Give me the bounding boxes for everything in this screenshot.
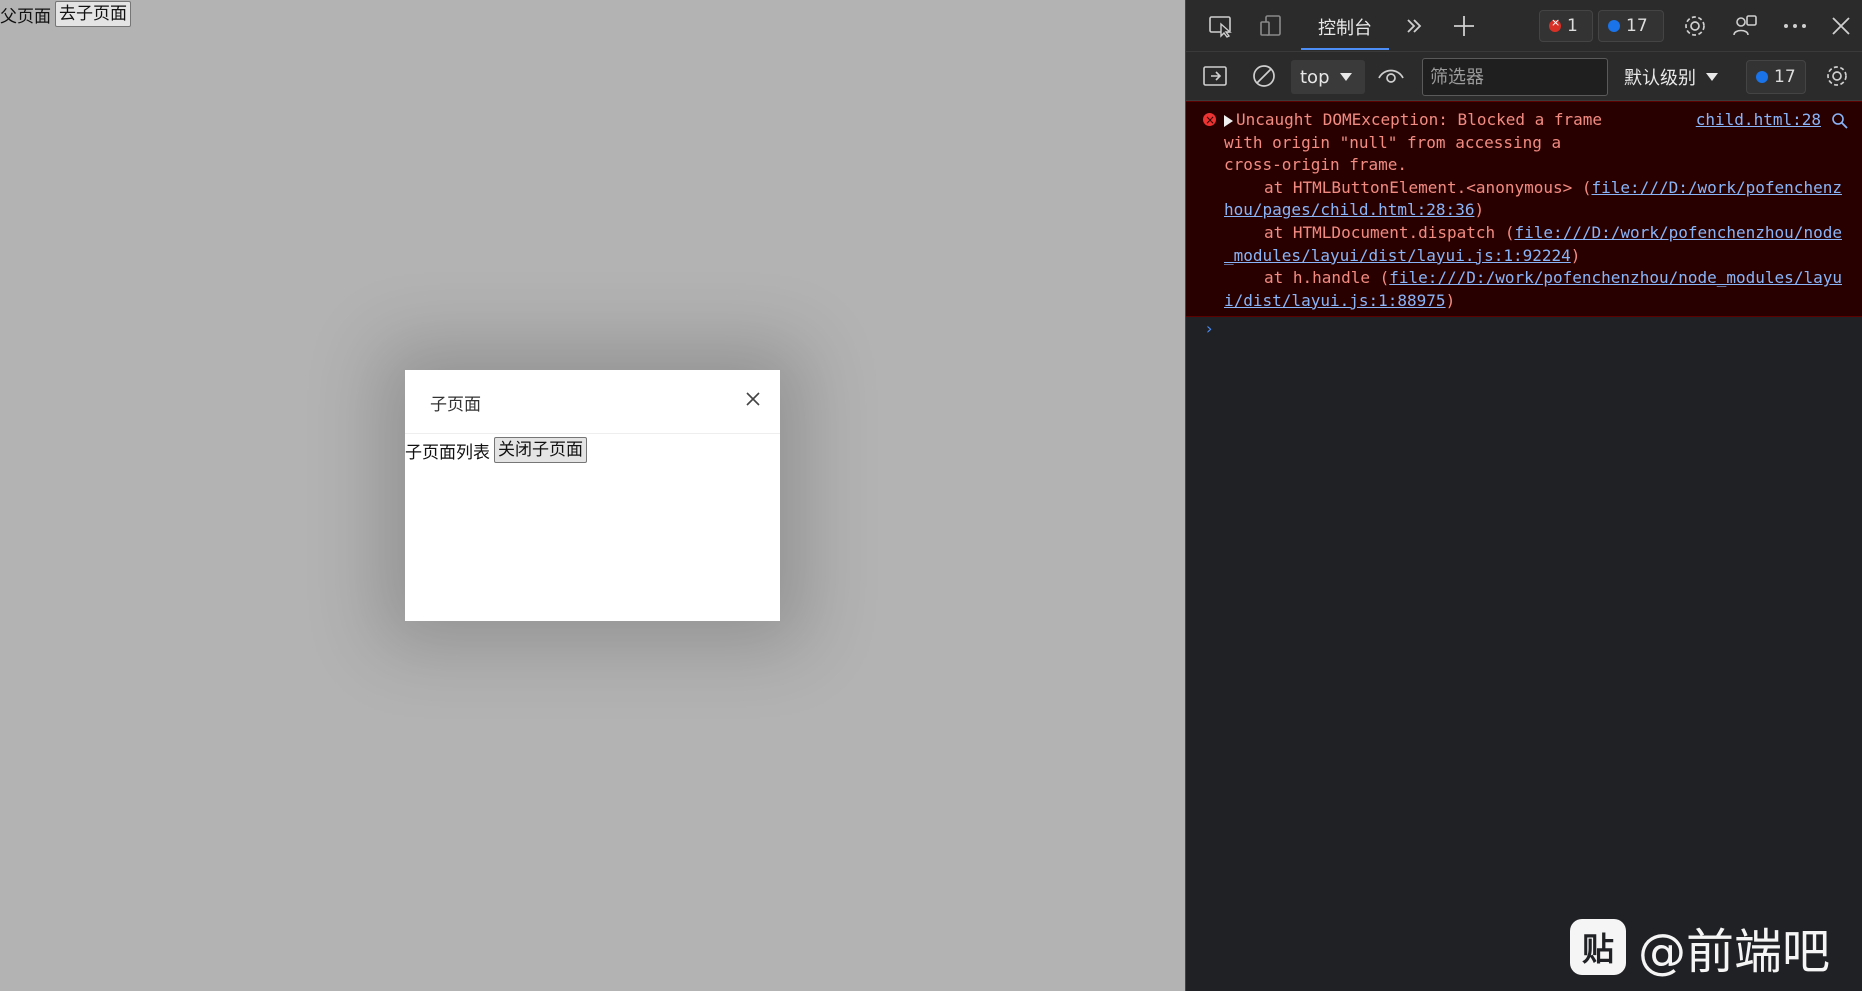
console-toolbar: top 默认级别 17 [1186, 52, 1862, 101]
watermark: 贴 @前端吧 [1570, 912, 1830, 982]
error-icon [1203, 109, 1216, 132]
log-levels-label: 默认级别 [1624, 68, 1696, 89]
more-options-icon[interactable] [1780, 11, 1810, 41]
close-child-button[interactable]: 关闭子页面 [494, 437, 587, 463]
stack-frame-text: at h.handle ( [1264, 268, 1390, 288]
popup-title: 子页面 [430, 395, 481, 415]
chevron-down-icon [1339, 73, 1352, 81]
error-count: 1 [1567, 16, 1578, 36]
parent-row: 父页面 去子页面 [0, 1, 131, 27]
issues-count: 17 [1774, 67, 1796, 87]
parent-page: 父页面 去子页面 子页面 子页面列表 关闭子页面 [0, 0, 1185, 991]
log-levels-dropdown[interactable]: 默认级别 [1624, 60, 1718, 94]
tab-console[interactable]: 控制台 [1301, 6, 1389, 50]
popup-body: 子页面列表 关闭子页面 [405, 434, 780, 463]
add-tab-icon[interactable] [1449, 11, 1479, 41]
context-label: top [1300, 66, 1330, 88]
error-text: Uncaught DOMException: Blocked a frame [1236, 110, 1603, 129]
stack-frame-text: ) [1474, 200, 1485, 220]
sidebar-toggle-icon[interactable] [1200, 61, 1230, 91]
watermark-text: @前端吧 [1638, 924, 1831, 980]
stack-frame-text: at HTMLButtonElement.<anonymous> ( [1264, 177, 1592, 197]
error-source-link[interactable]: child.html:28 [1696, 110, 1821, 129]
settings-gear-icon[interactable] [1680, 11, 1710, 41]
issues-badge[interactable]: 17 [1746, 60, 1806, 94]
chevron-down-icon [1706, 73, 1718, 81]
goto-child-button[interactable]: 去子页面 [55, 1, 131, 27]
error-count-badge[interactable]: 1 [1539, 10, 1593, 42]
console-output: Uncaught DOMException: Blocked a frame c… [1186, 101, 1862, 338]
filter-input[interactable] [1422, 58, 1608, 96]
stack-frame: at HTMLDocument.dispatch (file:///D:/wor… [1224, 222, 1849, 267]
error-message: Uncaught DOMException: Blocked a frame c… [1186, 101, 1862, 318]
close-devtools-icon[interactable] [1826, 11, 1856, 41]
devtools-top-toolbar: 控制台 1 17 [1186, 0, 1862, 52]
search-icon[interactable] [1831, 112, 1849, 130]
child-list-label: 子页面列表 [405, 442, 490, 463]
customize-icon[interactable] [1730, 11, 1760, 41]
stack-frame: at h.handle (file:///D:/work/pofenchenzh… [1224, 267, 1849, 312]
popup-title-bar: 子页面 [405, 370, 780, 434]
error-text: with origin "null" from accessing a [1224, 132, 1562, 152]
stack-frame-text: ) [1445, 290, 1456, 310]
clear-console-icon[interactable] [1249, 61, 1279, 91]
console-prompt[interactable]: › [1206, 319, 1212, 338]
close-icon[interactable] [744, 390, 762, 408]
live-expression-eye-icon[interactable] [1376, 61, 1406, 91]
error-icon [1549, 16, 1561, 32]
message-icon [1756, 71, 1768, 83]
message-icon [1608, 20, 1620, 32]
inspect-element-icon[interactable] [1206, 11, 1236, 41]
device-toolbar-icon[interactable] [1256, 11, 1286, 41]
issue-count-badge[interactable]: 17 [1598, 10, 1664, 42]
parent-page-label: 父页面 [0, 6, 51, 27]
watermark-logo: 贴 [1570, 919, 1626, 975]
console-settings-gear-icon[interactable] [1822, 61, 1852, 91]
context-selector[interactable]: top [1291, 60, 1365, 94]
issue-count: 17 [1626, 16, 1648, 36]
stack-frame: at HTMLButtonElement.<anonymous> (file:/… [1224, 177, 1849, 222]
stack-frame-text: at HTMLDocument.dispatch ( [1264, 222, 1515, 242]
child-popup: 子页面 子页面列表 关闭子页面 [405, 370, 780, 621]
more-tabs-icon[interactable] [1399, 11, 1429, 41]
stack-frame-text: ) [1570, 245, 1581, 265]
error-text: cross-origin frame. [1224, 155, 1408, 175]
expand-triangle-icon[interactable] [1224, 114, 1233, 127]
devtools-panel: 控制台 1 17 [1185, 0, 1862, 991]
